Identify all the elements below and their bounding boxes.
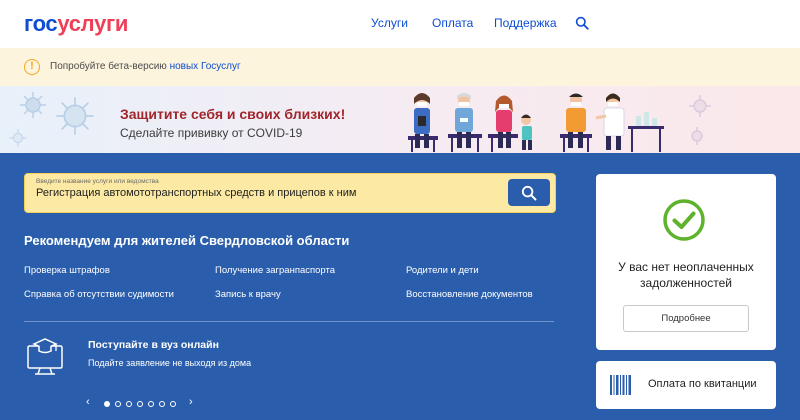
search-hint: Введите название услуги или ведомства [36,178,159,185]
beta-notice-bar: ! Попробуйте бета-версию новых Госуслуг [0,48,800,86]
graduation-monitor-icon [27,338,63,375]
barcode-icon [610,375,631,395]
carousel-dot[interactable] [170,401,176,407]
receipt-payment-card[interactable]: Оплата по квитанции [596,361,776,409]
promo-title[interactable]: Поступайте в вуз онлайн [88,339,219,351]
beta-notice-label: Попробуйте бета-версию [50,61,170,72]
carousel-next-button[interactable]: › [189,396,193,408]
banner-title: Защитите себя и своих близких! [120,106,346,122]
section-divider [24,321,554,322]
search-button[interactable] [508,179,550,206]
check-circle-icon [663,199,705,241]
debt-status-card: У вас нет неоплаченных задолженностей По… [596,174,776,350]
link-no-criminal-record[interactable]: Справка об отсутствии судимости [24,289,174,300]
banner-subtitle: Сделайте прививку от COVID-19 [120,126,303,140]
virus-icon [20,92,46,118]
vaccination-illustration [408,93,711,152]
covid-vaccination-banner[interactable]: Защитите себя и своих близких! Сделайте … [0,86,800,153]
beta-notice-text: Попробуйте бета-версию новых Госуслуг [50,61,241,72]
carousel-dot[interactable] [126,401,132,407]
virus-icon [56,97,94,135]
carousel-dot[interactable] [148,401,154,407]
link-parents-children[interactable]: Родители и дети [406,265,479,276]
service-search-box[interactable]: Введите название услуги или ведомства Ре… [24,173,556,213]
search-icon [521,185,537,201]
carousel-dot[interactable] [159,401,165,407]
details-button[interactable]: Подробнее [623,305,749,332]
link-doctor-appointment[interactable]: Запись к врачу [215,289,281,300]
exclamation-icon: ! [24,59,40,75]
link-check-fines[interactable]: Проверка штрафов [24,265,110,276]
nav-payment[interactable]: Оплата [432,16,473,30]
link-restore-documents[interactable]: Восстановление документов [406,289,533,300]
beta-link[interactable]: новых Госуслуг [170,61,241,72]
virus-icon [9,129,27,147]
carousel-dot[interactable] [104,401,110,407]
search-icon[interactable] [575,16,589,30]
logo-part-uslugi: услуги [57,11,129,36]
link-foreign-passport[interactable]: Получение загранпаспорта [215,265,335,276]
carousel-dot[interactable] [115,401,121,407]
receipt-payment-label: Оплата по квитанции [648,378,757,390]
carousel-dot[interactable] [137,401,143,407]
carousel-prev-button[interactable]: ‹ [86,396,90,408]
promo-subtitle: Подайте заявление не выходя из дома [88,358,252,368]
site-header: госуслуги Услуги Оплата Поддержка [0,0,800,48]
logo-part-gos: гос [24,11,58,36]
debt-status-text: У вас нет неоплаченных задолженностей [618,260,754,290]
recommendations-title: Рекомендуем для жителей Свердловской обл… [24,233,350,248]
nav-services[interactable]: Услуги [371,16,408,30]
gosuslugi-logo[interactable]: госуслуги [24,11,128,37]
nav-support[interactable]: Поддержка [494,16,557,30]
search-input[interactable]: Регистрация автомототранспортных средств… [36,187,356,199]
